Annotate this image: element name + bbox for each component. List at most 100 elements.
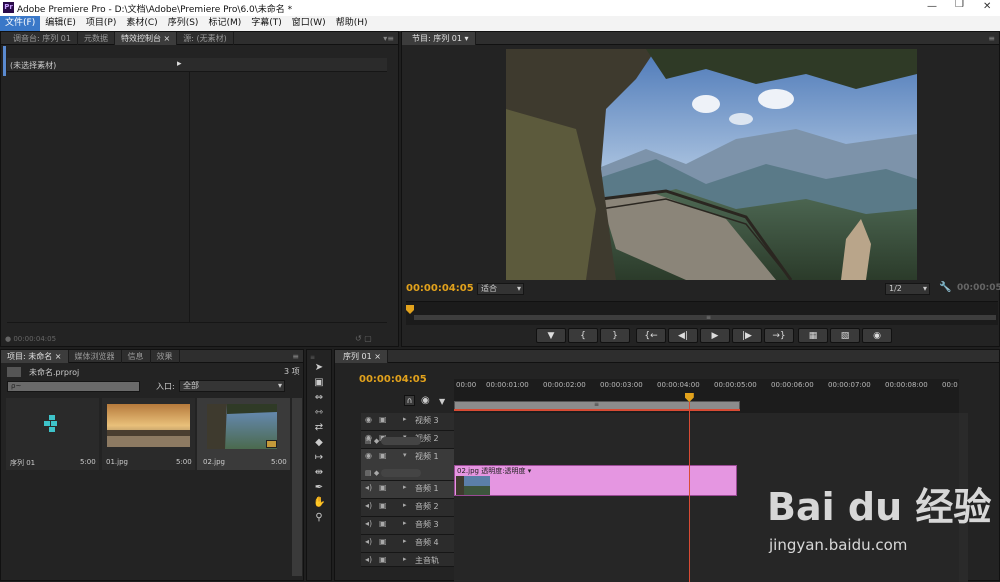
timeline-playhead[interactable] (684, 393, 694, 582)
keyframe-controls[interactable]: ▤ ◆ (365, 469, 427, 478)
track-audio-icon[interactable]: ◂) (365, 519, 372, 528)
program-mini-timeline[interactable]: ≡ (406, 301, 998, 325)
pen-tool-icon[interactable]: ✒ (313, 482, 325, 494)
track-lock-icon[interactable]: ▣ (379, 555, 387, 564)
track-header-4[interactable]: ◂) ▣ ▸ 音频 1 (361, 481, 454, 499)
close-tab-icon[interactable]: × (374, 352, 381, 361)
selection-tool-icon[interactable]: ➤ (313, 362, 325, 374)
tab-effect-controls[interactable]: 特效控制台 × (114, 31, 178, 45)
lift-button[interactable]: ▦ (798, 328, 828, 343)
ripple-edit-tool-icon[interactable]: ⇔ (313, 392, 325, 404)
tab-audio-mixer[interactable]: 调音台: 序列 01 (1, 31, 78, 45)
track-header-2[interactable]: ◉▣▾视频 2▤ ◆ (361, 431, 454, 449)
track-expand-icon[interactable]: ▸ (403, 519, 407, 527)
menu-help[interactable]: 帮助(H) (331, 16, 373, 31)
slip-tool-icon[interactable]: ↦ (313, 452, 325, 464)
track-lock-icon[interactable]: ▣ (379, 415, 387, 424)
entry-dropdown[interactable]: 全部 ▾ (179, 380, 285, 392)
project-scrollbar[interactable] (292, 398, 302, 576)
menu-project[interactable]: 项目(P) (81, 16, 121, 31)
expand-arrow-icon[interactable]: ▸ (177, 59, 182, 69)
fit-dropdown[interactable]: 适合 ▾ (477, 283, 524, 295)
project-search-input[interactable]: ρ~ (7, 381, 140, 392)
panel-menu-icon[interactable]: ≡ (988, 34, 999, 43)
track-visibility-icon[interactable]: ◉ (365, 451, 372, 460)
track-audio-icon[interactable]: ◂) (365, 483, 372, 492)
step-back-button[interactable]: ◀| (668, 328, 698, 343)
tab-dropdown-icon[interactable]: ▾ (465, 34, 469, 43)
track-expand-icon[interactable]: ▾ (403, 451, 407, 459)
track-header-1[interactable]: ◉ ▣ ▸ 视频 3 (361, 413, 454, 431)
timeline-timecode[interactable]: 00:00:04:05 (359, 374, 427, 385)
menu-sequence[interactable]: 序列(S) (163, 16, 204, 31)
project-item-sequence[interactable]: 序列 01 5:00 (6, 398, 99, 470)
project-item-02[interactable]: 02.jpg 5:00 (197, 398, 290, 470)
program-zoom-bar[interactable] (414, 315, 996, 320)
tab-sequence[interactable]: 序列 01 × (335, 349, 388, 363)
go-to-out-button[interactable]: →} (764, 328, 794, 343)
program-video-frame[interactable] (506, 49, 917, 280)
play-button[interactable]: ▶ (700, 328, 730, 343)
track-audio-icon[interactable]: ◂) (365, 501, 372, 510)
step-forward-button[interactable]: |▶ (732, 328, 762, 343)
menu-clip[interactable]: 素材(C) (121, 16, 162, 31)
export-frame-button[interactable]: ◉ (862, 328, 892, 343)
track-header-3[interactable]: ◉ ▣ ▾ 视频 1 ▤ ◆ (361, 449, 454, 481)
menu-file[interactable]: 文件(F) (0, 16, 41, 31)
tab-metadata[interactable]: 元数据 (78, 31, 115, 45)
tab-effects[interactable]: 效果 (151, 349, 180, 363)
keyframe-controls[interactable]: ▤ ◆ (365, 437, 427, 446)
track-lock-icon[interactable]: ▣ (379, 519, 387, 528)
tab-project[interactable]: 项目: 未命名 × (1, 349, 69, 363)
track-expand-icon[interactable]: ▸ (403, 501, 407, 509)
resolution-dropdown[interactable]: 1/2 ▾ (885, 283, 930, 295)
menu-marker[interactable]: 标记(M) (203, 16, 246, 31)
mark-out-button[interactable]: } (600, 328, 630, 343)
track-audio-icon[interactable]: ◂) (365, 555, 372, 564)
track-lock-icon[interactable]: ▣ (379, 451, 387, 460)
clip-02[interactable]: 02.jpg 透明度:透明度 ▾ (454, 465, 737, 496)
track-header-6[interactable]: ◂) ▣ ▸ 音频 3 (361, 517, 454, 535)
menu-title[interactable]: 字幕(T) (246, 16, 287, 31)
track-lock-icon[interactable]: ▣ (379, 501, 387, 510)
tab-info[interactable]: 信息 (122, 349, 151, 363)
track-select-tool-icon[interactable]: ▣ (313, 377, 325, 389)
panel-menu-icon[interactable]: ▾≡ (383, 34, 398, 43)
menu-edit[interactable]: 编辑(E) (40, 16, 81, 31)
close-tab-icon[interactable]: × (55, 352, 62, 361)
add-marker-button[interactable]: ▼ (536, 328, 566, 343)
minimize-button[interactable]: — (927, 1, 937, 12)
track-lock-icon[interactable]: ▣ (379, 537, 387, 546)
wrench-icon[interactable]: 🔧 (939, 282, 951, 293)
slide-tool-icon[interactable]: ⇹ (313, 467, 325, 479)
program-playhead-icon[interactable] (406, 305, 414, 314)
playhead-head-icon[interactable] (684, 393, 694, 402)
effect-panel-icons[interactable]: ↺ ▢ (355, 334, 372, 343)
panel-menu-icon[interactable]: ≡ (292, 352, 303, 361)
track-expand-icon[interactable]: ▸ (403, 555, 407, 563)
track-lock-icon[interactable]: ▣ (379, 483, 387, 492)
tab-program[interactable]: 节目: 序列 01 ▾ (402, 31, 476, 45)
track-expand-icon[interactable]: ▸ (403, 415, 407, 423)
program-timecode[interactable]: 00:00:04:05 (406, 283, 474, 294)
restore-button[interactable]: ❐ (955, 0, 964, 10)
close-button[interactable]: ✕ (983, 1, 991, 12)
go-to-in-button[interactable]: {← (636, 328, 666, 343)
track-expand-icon[interactable]: ▸ (403, 537, 407, 545)
rate-stretch-tool-icon[interactable]: ⇄ (313, 422, 325, 434)
project-item-01[interactable]: 01.jpg 5:00 (102, 398, 195, 470)
mark-in-button[interactable]: { (568, 328, 598, 343)
menu-window[interactable]: 窗口(W) (287, 16, 331, 31)
link-icon[interactable]: ◉ (421, 395, 430, 406)
razor-tool-icon[interactable]: ◆ (313, 437, 325, 449)
tab-media-browser[interactable]: 媒体浏览器 (69, 349, 122, 363)
extract-button[interactable]: ▧ (830, 328, 860, 343)
track-expand-icon[interactable]: ▸ (403, 483, 407, 491)
zoom-tool-icon[interactable]: ⚲ (313, 512, 325, 524)
hand-tool-icon[interactable]: ✋ (313, 497, 325, 509)
track-header-5[interactable]: ◂) ▣ ▸ 音频 2 (361, 499, 454, 517)
close-tab-icon[interactable]: × (164, 34, 171, 43)
snap-icon[interactable]: ∩ (404, 395, 415, 406)
add-marker-icon[interactable]: ▼ (439, 397, 445, 406)
track-header-7[interactable]: ◂) ▣ ▸ 音频 4 (361, 535, 454, 553)
